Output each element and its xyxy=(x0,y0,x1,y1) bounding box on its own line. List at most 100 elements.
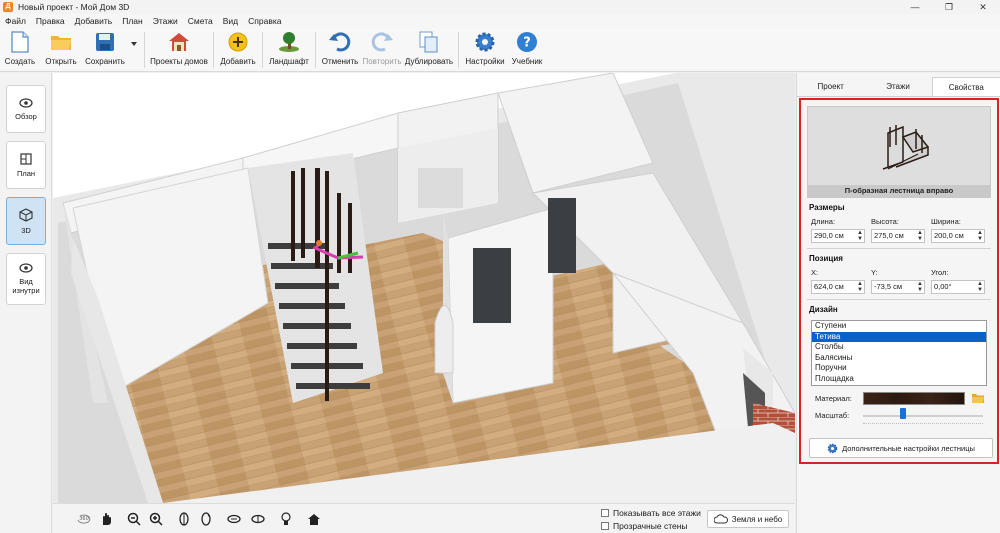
toolbar: Создать Открыть Сохранить Проекты домов … xyxy=(0,28,1000,72)
hand-icon xyxy=(103,513,111,525)
divider xyxy=(807,248,991,249)
pan-button[interactable] xyxy=(97,510,115,528)
door[interactable] xyxy=(473,248,511,323)
gear-icon xyxy=(827,443,838,453)
list-item[interactable]: Балясины xyxy=(812,353,986,364)
zoom-in-button[interactable] xyxy=(147,510,165,528)
tilt-up-button[interactable] xyxy=(225,510,243,528)
eye-icon xyxy=(19,263,33,273)
list-item[interactable]: Столбы xyxy=(812,342,986,353)
spin-arrows-icon[interactable]: ▲ ▼ xyxy=(857,281,863,293)
advanced-stairs-settings-button[interactable]: Дополнительные настройки лестницы xyxy=(809,438,993,458)
add-button[interactable]: Добавить xyxy=(218,28,258,72)
material-swatch[interactable] xyxy=(863,392,965,405)
app-icon: Д xyxy=(3,2,13,12)
menu-floors[interactable]: Этажи xyxy=(148,16,183,26)
new-file-icon xyxy=(9,31,31,53)
scale-label: Масштаб: xyxy=(815,411,850,420)
toolbar-separator xyxy=(262,32,263,68)
design-parts-list[interactable]: Ступени Тетива Столбы Балясины Поручни П… xyxy=(811,320,987,386)
tilt-up-icon xyxy=(227,514,241,524)
eye-icon xyxy=(19,97,33,108)
menu-estimate[interactable]: Смета xyxy=(183,16,218,26)
home-view-button[interactable] xyxy=(305,510,323,528)
overview-mode-button[interactable]: Обзор xyxy=(6,85,46,133)
tutorial-button[interactable]: ? Учебник xyxy=(507,28,547,72)
staircase-preview-image xyxy=(882,125,929,170)
menu-view[interactable]: Вид xyxy=(218,16,243,26)
menu-add[interactable]: Добавить xyxy=(70,16,118,26)
angle-field[interactable]: 0,00° ▲ ▼ xyxy=(931,280,985,294)
width-field[interactable]: 200,0 см ▲ ▼ xyxy=(931,229,985,243)
rotate-left-button[interactable] xyxy=(175,510,193,528)
menu-bar: Файл Правка Добавить План Этажи Смета Ви… xyxy=(0,14,1000,28)
rotate-360-button[interactable]: 360 xyxy=(75,510,93,528)
ground-and-sky-button[interactable]: Земля и небо xyxy=(707,510,789,528)
tab-floors[interactable]: Этажи xyxy=(864,77,931,96)
3d-house-scene xyxy=(53,73,795,503)
inside-view-mode-button[interactable]: Вид изнутри xyxy=(6,253,46,305)
scale-slider-thumb[interactable] xyxy=(899,408,906,419)
length-label: Длина: xyxy=(811,217,836,226)
plan-mode-button[interactable]: План xyxy=(6,141,46,189)
zoom-out-button[interactable] xyxy=(125,510,143,528)
close-button[interactable]: ✕ xyxy=(966,0,1000,14)
undo-button[interactable]: Отменить xyxy=(320,28,360,72)
folder-icon[interactable] xyxy=(971,392,985,406)
light-button[interactable] xyxy=(277,510,295,528)
3d-viewport[interactable] xyxy=(53,73,795,503)
show-all-floors-checkbox[interactable]: Показывать все этажи xyxy=(601,508,701,518)
transparent-walls-checkbox[interactable]: Прозрачные стены xyxy=(601,521,688,531)
svg-text:?: ? xyxy=(523,36,531,51)
toolbar-separator xyxy=(458,32,459,68)
zoom-in-icon xyxy=(149,512,163,526)
slider-ticks xyxy=(863,423,983,426)
spin-arrows-icon[interactable]: ▲ ▼ xyxy=(857,230,863,242)
plus-circle-icon xyxy=(227,31,249,53)
3d-mode-button[interactable]: 3D xyxy=(6,197,46,245)
save-dropdown-arrow[interactable] xyxy=(128,28,140,72)
tree-icon xyxy=(278,31,300,53)
rotate-right-icon xyxy=(201,512,211,526)
duplicate-button[interactable]: Дублировать xyxy=(404,28,454,72)
menu-help[interactable]: Справка xyxy=(243,16,286,26)
tab-project[interactable]: Проект xyxy=(797,77,864,96)
redo-button[interactable]: Повторить xyxy=(360,28,404,72)
rotate-right-button[interactable] xyxy=(197,510,215,528)
list-item[interactable]: Площадка xyxy=(812,374,986,385)
checkbox-box[interactable] xyxy=(601,509,609,517)
menu-plan[interactable]: План xyxy=(117,16,148,26)
length-field[interactable]: 290,0 см ▲ ▼ xyxy=(811,229,865,243)
material-label: Материал: xyxy=(815,394,852,403)
save-button[interactable]: Сохранить xyxy=(82,28,128,72)
spin-arrows-icon[interactable]: ▲ ▼ xyxy=(977,281,983,293)
spin-arrows-icon[interactable]: ▲ ▼ xyxy=(917,281,923,293)
landscape-button[interactable]: Ландшафт xyxy=(267,28,311,72)
spin-arrows-icon[interactable]: ▲ ▼ xyxy=(977,230,983,242)
y-field[interactable]: -73,5 см ▲ ▼ xyxy=(871,280,925,294)
position-heading: Позиция xyxy=(809,254,843,263)
list-item[interactable]: Поручни xyxy=(812,363,986,374)
tab-properties[interactable]: Свойства xyxy=(931,77,1000,96)
list-item-selected[interactable]: Тетива xyxy=(812,331,986,342)
zoom-out-icon xyxy=(127,512,141,526)
maximize-button[interactable]: ❐ xyxy=(932,0,966,14)
open-button[interactable]: Открыть xyxy=(40,28,82,72)
x-field[interactable]: 624,0 см ▲ ▼ xyxy=(811,280,865,294)
tilt-down-button[interactable] xyxy=(249,510,267,528)
door[interactable] xyxy=(548,198,576,273)
spin-arrows-icon[interactable]: ▲ ▼ xyxy=(917,230,923,242)
scale-slider-track[interactable] xyxy=(863,415,983,417)
list-item[interactable]: Ступени xyxy=(812,321,986,332)
menu-file[interactable]: Файл xyxy=(0,16,31,26)
checkbox-box[interactable] xyxy=(601,522,609,530)
settings-button[interactable]: Настройки xyxy=(463,28,507,72)
staircase-preview: П-образная лестница вправо xyxy=(807,106,991,198)
properties-panel: Проект Этажи Свойства П-образная лестниц… xyxy=(796,73,1000,533)
create-button[interactable]: Создать xyxy=(0,28,40,72)
house-projects-button[interactable]: Проекты домов xyxy=(149,28,209,72)
minimize-button[interactable]: — xyxy=(898,0,932,14)
menu-edit[interactable]: Правка xyxy=(31,16,70,26)
duplicate-icon xyxy=(418,31,440,53)
height-field[interactable]: 275,0 см ▲ ▼ xyxy=(871,229,925,243)
